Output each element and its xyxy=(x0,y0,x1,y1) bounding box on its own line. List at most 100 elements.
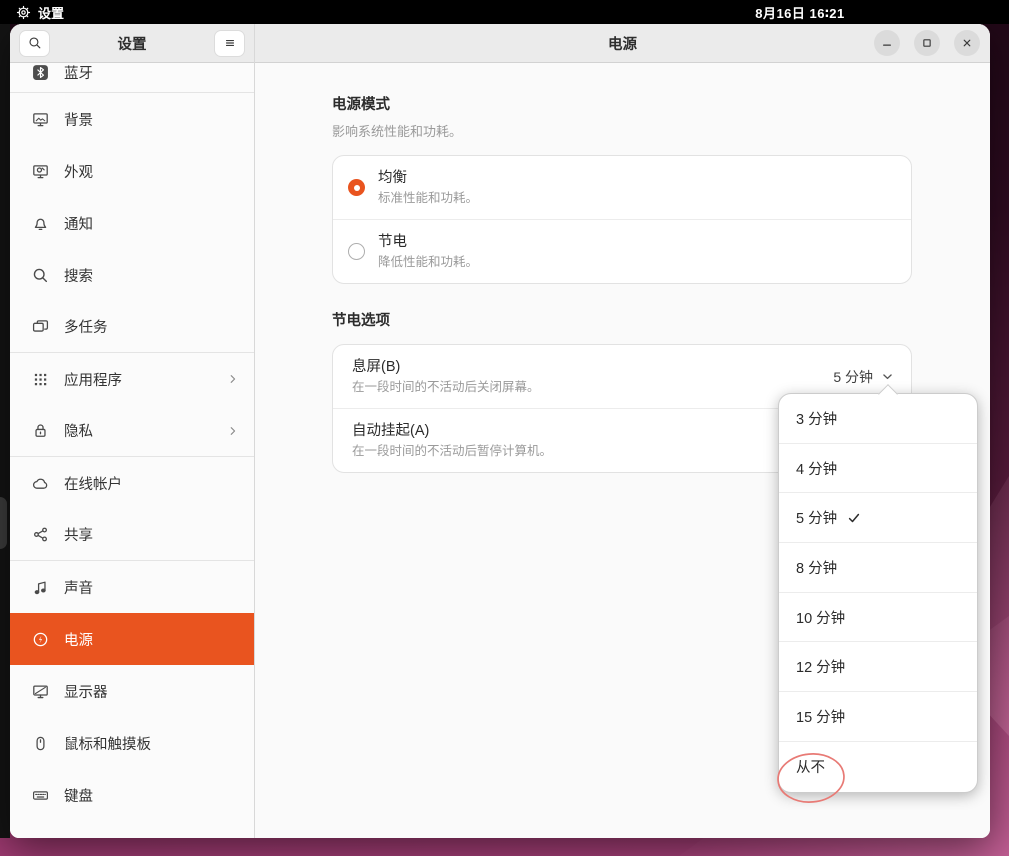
dropdown-option-10 分钟[interactable]: 10 分钟 xyxy=(779,593,977,643)
dropdown-option-label: 4 分钟 xyxy=(796,458,837,479)
display-icon xyxy=(32,683,49,700)
sidebar-item-label: 应用程序 xyxy=(64,369,122,390)
radio-button[interactable] xyxy=(348,179,365,196)
timeout-dropdown-button[interactable]: 5 分钟 xyxy=(833,367,895,387)
sidebar-header: 设置 xyxy=(10,24,254,63)
option-description: 降低性能和功耗。 xyxy=(378,254,478,270)
clock-menu[interactable]: 8月16日 16∶21 xyxy=(700,0,900,24)
dropdown-option-label: 15 分钟 xyxy=(796,706,845,727)
hamburger-menu-icon xyxy=(223,36,237,50)
dropdown-option-3 分钟[interactable]: 3 分钟 xyxy=(779,394,977,444)
page-title: 电源 xyxy=(608,33,637,54)
sidebar-item-label: 打印机 xyxy=(64,837,108,839)
dropdown-option-label: 从不 xyxy=(796,756,825,777)
dropdown-option-5 分钟[interactable]: 5 分钟 xyxy=(779,493,977,543)
option-text: 节电降低性能和功耗。 xyxy=(378,233,478,270)
power-mode-option-均衡[interactable]: 均衡标准性能和功耗。 xyxy=(333,156,911,219)
maximize-icon xyxy=(920,36,934,50)
sidebar-item-显示器[interactable]: 显示器 xyxy=(10,665,254,717)
bell-icon xyxy=(32,215,49,232)
sidebar-item-蓝牙[interactable]: 蓝牙 xyxy=(10,63,254,93)
radio-button[interactable] xyxy=(348,243,365,260)
search-icon xyxy=(32,267,49,284)
sidebar-item-label: 鼠标和触摸板 xyxy=(64,733,151,754)
sidebar-title: 设置 xyxy=(56,33,208,54)
music-note-icon xyxy=(32,579,49,596)
sidebar-item-应用程序[interactable]: 应用程序 xyxy=(10,353,254,405)
lock-icon xyxy=(32,422,49,439)
sidebar-item-外观[interactable]: 外观 xyxy=(10,145,254,197)
setting-description: 在一段时间的不活动后关闭屏幕。 xyxy=(352,379,833,395)
sidebar-item-共享[interactable]: 共享 xyxy=(10,509,254,561)
search-button[interactable] xyxy=(19,30,50,57)
sidebar-item-label: 外观 xyxy=(64,161,93,182)
sidebar-item-label: 显示器 xyxy=(64,681,108,702)
search-icon xyxy=(28,36,42,50)
sidebar-item-label: 多任务 xyxy=(64,316,108,337)
close-icon xyxy=(960,36,974,50)
timeout-option-list: 3 分钟 4 分钟 5 分钟 8 分钟 10 分钟 12 分钟 15 分钟从不 xyxy=(779,394,977,792)
timeout-dropdown-popover: 3 分钟 4 分钟 5 分钟 8 分钟 10 分钟 12 分钟 15 分钟从不 xyxy=(778,393,978,793)
section-subtitle-power-mode: 影响系统性能和功耗。 xyxy=(332,123,912,141)
dropdown-option-4 分钟[interactable]: 4 分钟 xyxy=(779,444,977,494)
dropdown-option-label: 3 分钟 xyxy=(796,408,837,429)
option-description: 标准性能和功耗。 xyxy=(378,190,478,206)
setting-text: 息屏(B) 在一段时间的不活动后关闭屏幕。 xyxy=(352,358,833,395)
option-label: 均衡 xyxy=(378,169,478,187)
sidebar-item-声音[interactable]: 声音 xyxy=(10,561,254,613)
power-mode-option-节电[interactable]: 节电降低性能和功耗。 xyxy=(333,219,911,283)
option-label: 节电 xyxy=(378,233,478,251)
background-icon xyxy=(32,111,49,128)
sidebar-item-在线帐户[interactable]: 在线帐户 xyxy=(10,457,254,509)
chevron-right-icon xyxy=(226,372,240,386)
sidebar-item-label: 共享 xyxy=(64,524,93,545)
gear-icon xyxy=(16,5,31,20)
maximize-button[interactable] xyxy=(914,30,940,56)
window-controls xyxy=(874,24,980,62)
apps-grid-icon xyxy=(32,371,49,388)
settings-sidebar: 设置 蓝牙背景外观通知搜索多任务应用程序隐私在线帐户共享声音电源显示器鼠标和触摸… xyxy=(10,24,255,838)
dropdown-option-label: 12 分钟 xyxy=(796,656,845,677)
sidebar-item-label: 通知 xyxy=(64,213,93,234)
sidebar-item-label: 键盘 xyxy=(64,785,93,806)
close-button[interactable] xyxy=(954,30,980,56)
sidebar-item-打印机[interactable]: 打印机 xyxy=(10,821,254,838)
sidebar-item-搜索[interactable]: 搜索 xyxy=(10,249,254,301)
sidebar-item-键盘[interactable]: 键盘 xyxy=(10,769,254,821)
dropdown-option-label: 10 分钟 xyxy=(796,607,845,628)
option-text: 均衡标准性能和功耗。 xyxy=(378,169,478,206)
sidebar-item-鼠标和触摸板[interactable]: 鼠标和触摸板 xyxy=(10,717,254,769)
desktop-left-strip xyxy=(0,24,10,838)
section-heading-power-mode: 电源模式 xyxy=(332,96,912,114)
dropdown-option-8 分钟[interactable]: 8 分钟 xyxy=(779,543,977,593)
setting-label: 息屏(B) xyxy=(352,358,833,376)
check-icon xyxy=(846,510,862,526)
sidebar-item-label: 蓝牙 xyxy=(64,63,93,83)
dropdown-option-label: 5 分钟 xyxy=(796,507,837,528)
sidebar-item-隐私[interactable]: 隐私 xyxy=(10,405,254,457)
multitasking-icon xyxy=(32,318,49,335)
sidebar-item-通知[interactable]: 通知 xyxy=(10,197,254,249)
sidebar-item-背景[interactable]: 背景 xyxy=(10,93,254,145)
chevron-right-icon xyxy=(226,424,240,438)
dropdown-option-从不[interactable]: 从不 xyxy=(779,742,977,792)
dropdown-value: 5 分钟 xyxy=(833,367,873,387)
sidebar-item-label: 声音 xyxy=(64,577,93,598)
active-app-menu[interactable]: 设置 xyxy=(16,0,64,24)
system-top-bar: 设置 8月16日 16∶21 xyxy=(0,0,1009,24)
minimize-button[interactable] xyxy=(874,30,900,56)
sidebar-item-label: 电源 xyxy=(64,629,93,650)
sidebar-item-多任务[interactable]: 多任务 xyxy=(10,301,254,353)
share-icon xyxy=(32,526,49,543)
power-icon xyxy=(32,631,49,648)
main-headerbar: 电源 xyxy=(255,24,990,63)
sidebar-item-电源[interactable]: 电源 xyxy=(10,613,254,665)
power-mode-card: 均衡标准性能和功耗。节电降低性能和功耗。 xyxy=(332,155,912,284)
dropdown-option-15 分钟[interactable]: 15 分钟 xyxy=(779,692,977,742)
bluetooth-icon xyxy=(32,64,49,81)
dropdown-option-12 分钟[interactable]: 12 分钟 xyxy=(779,642,977,692)
primary-menu-button[interactable] xyxy=(214,30,245,57)
dock-peek-handle[interactable] xyxy=(0,497,7,549)
sidebar-item-label: 在线帐户 xyxy=(64,473,122,494)
active-app-label: 设置 xyxy=(38,3,64,22)
